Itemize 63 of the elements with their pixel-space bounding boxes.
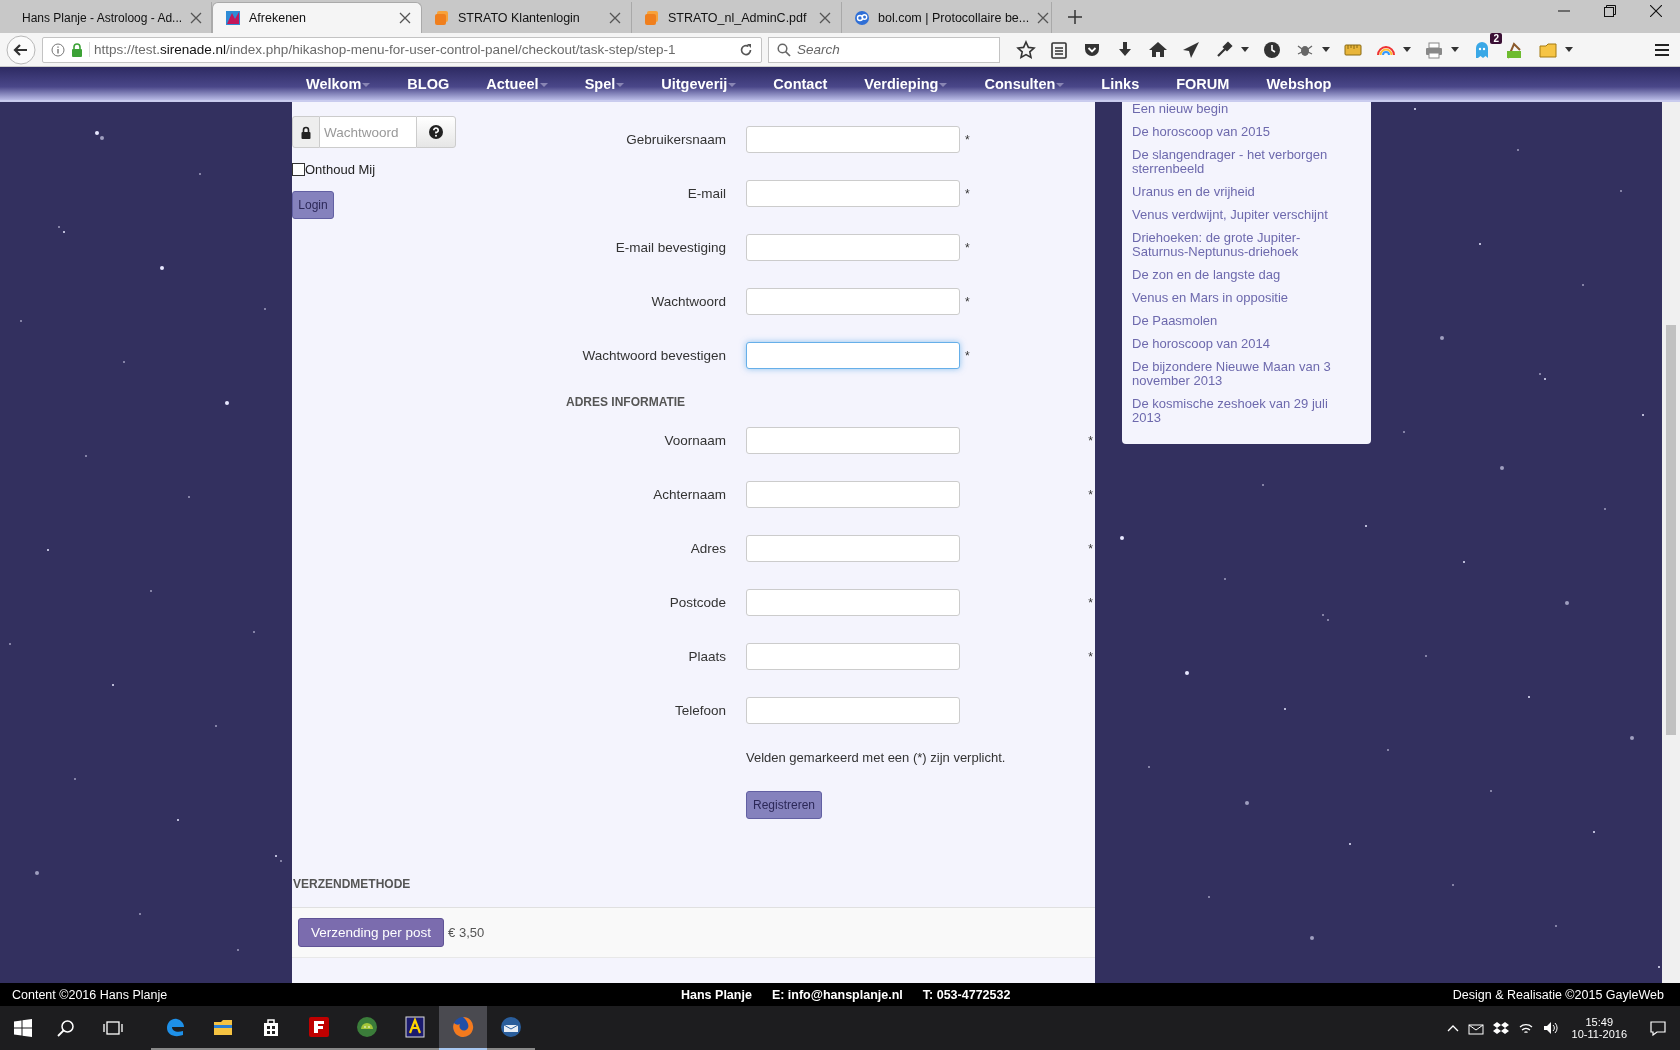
- article-link[interactable]: De zon en de langste dag: [1132, 268, 1349, 282]
- nav-link[interactable]: BLOG: [407, 75, 450, 92]
- required-mark: *: [965, 132, 970, 147]
- article-link[interactable]: Uranus en de vrijheid: [1132, 185, 1349, 199]
- article-link[interactable]: Driehoeken: de grote Jupiter-Saturnus-Neptunus-driehoek: [1132, 231, 1349, 259]
- nav-link[interactable]: Welkom: [306, 75, 371, 92]
- required-mark: *: [1088, 433, 1093, 448]
- required-mark: *: [1088, 595, 1093, 610]
- field-label: Achternaam: [652, 487, 726, 502]
- required-mark: *: [965, 348, 970, 363]
- section-heading: ADRES INFORMATIE: [566, 395, 687, 409]
- field-label: Wachtwoord: [650, 294, 726, 309]
- field-label: Voornaam: [663, 433, 726, 448]
- clock-date[interactable]: 10-11-2016: [1571, 1028, 1627, 1040]
- password-field[interactable]: Wachtwoord: [320, 116, 416, 148]
- field-label: Adres: [689, 541, 726, 556]
- nav-link[interactable]: Links: [1101, 75, 1140, 92]
- field-label: E-mail: [686, 186, 726, 201]
- footer-text: Content ©2016 Hans Planje: [12, 987, 169, 1002]
- article-link[interactable]: De kosmische zeshoek van 29 juli 2013: [1132, 397, 1349, 425]
- required-mark: *: [965, 186, 970, 201]
- article-link[interactable]: De slangendrager - het verborgen sterrenbeeld: [1132, 148, 1349, 176]
- nav-link[interactable]: Actueel: [486, 75, 548, 92]
- clock-time[interactable]: 15:49: [1585, 1016, 1614, 1028]
- nav-link[interactable]: Verdieping: [864, 75, 948, 92]
- footer-text: T: 053-4772532: [922, 987, 1011, 1002]
- required-mark: *: [1088, 487, 1093, 502]
- article-link[interactable]: De horoscoop van 2014: [1132, 337, 1349, 351]
- article-link[interactable]: Een nieuw begin: [1132, 102, 1349, 116]
- article-link[interactable]: Venus en Mars in oppositie: [1132, 291, 1349, 305]
- url-text: https://test.sirenade.nl/index.php/hikashop-menu-for-user-control-panel/checkout/task-step/step-1: [89, 42, 733, 57]
- required-note: Velden gemarkeerd met een (*) zijn verplicht.: [746, 750, 1007, 765]
- browser-tab[interactable]: Afrekenen: [212, 2, 422, 33]
- price-text: € 3,50: [448, 925, 485, 940]
- footer-text: Design & Realisatie ©2015 GayleWeb: [1452, 987, 1665, 1002]
- nav-link[interactable]: FORUM: [1176, 75, 1230, 92]
- article-link[interactable]: De horoscoop van 2015: [1132, 125, 1349, 139]
- nav-link[interactable]: Webshop: [1266, 75, 1332, 92]
- field-label: Plaats: [687, 649, 726, 664]
- address-field[interactable]: https://test.sirenade.nl/index.php/hikashop-menu-for-user-control-panel/checkout/task-step/step-1: [42, 36, 762, 63]
- article-link[interactable]: De bijzondere Nieuwe Maan van 3 november 2013: [1132, 360, 1349, 388]
- notification-badge: 2: [1490, 32, 1502, 44]
- nav-link[interactable]: Uitgeverij: [661, 75, 737, 92]
- required-mark: *: [1088, 649, 1093, 664]
- footer-text: Hans Planje: [681, 987, 752, 1002]
- nav-link[interactable]: Contact: [773, 75, 828, 92]
- search-field[interactable]: Search: [768, 36, 1000, 63]
- field-label: Postcode: [668, 595, 726, 610]
- required-mark: *: [965, 294, 970, 309]
- required-mark: *: [965, 240, 970, 255]
- field-label: Gebruikersnaam: [625, 132, 726, 147]
- field-label: Telefoon: [673, 703, 726, 718]
- section-heading: VERZENDMETHODE: [293, 877, 412, 891]
- field-label: E-mail bevestiging: [614, 240, 726, 255]
- field-label: Wachtwoord bevestigen: [581, 348, 726, 363]
- shipping-method-button[interactable]: Verzending per post: [298, 918, 445, 947]
- article-link[interactable]: De Paasmolen: [1132, 314, 1349, 328]
- checkbox-label: Onthoud Mij: [305, 162, 376, 177]
- email-link[interactable]: E: info@hansplanje.nl: [771, 987, 903, 1002]
- article-link[interactable]: Venus verdwijnt, Jupiter verschijnt: [1132, 208, 1349, 222]
- required-mark: *: [1088, 541, 1093, 556]
- nav-link[interactable]: Consulten: [984, 75, 1065, 92]
- nav-link[interactable]: Spel: [584, 75, 625, 92]
